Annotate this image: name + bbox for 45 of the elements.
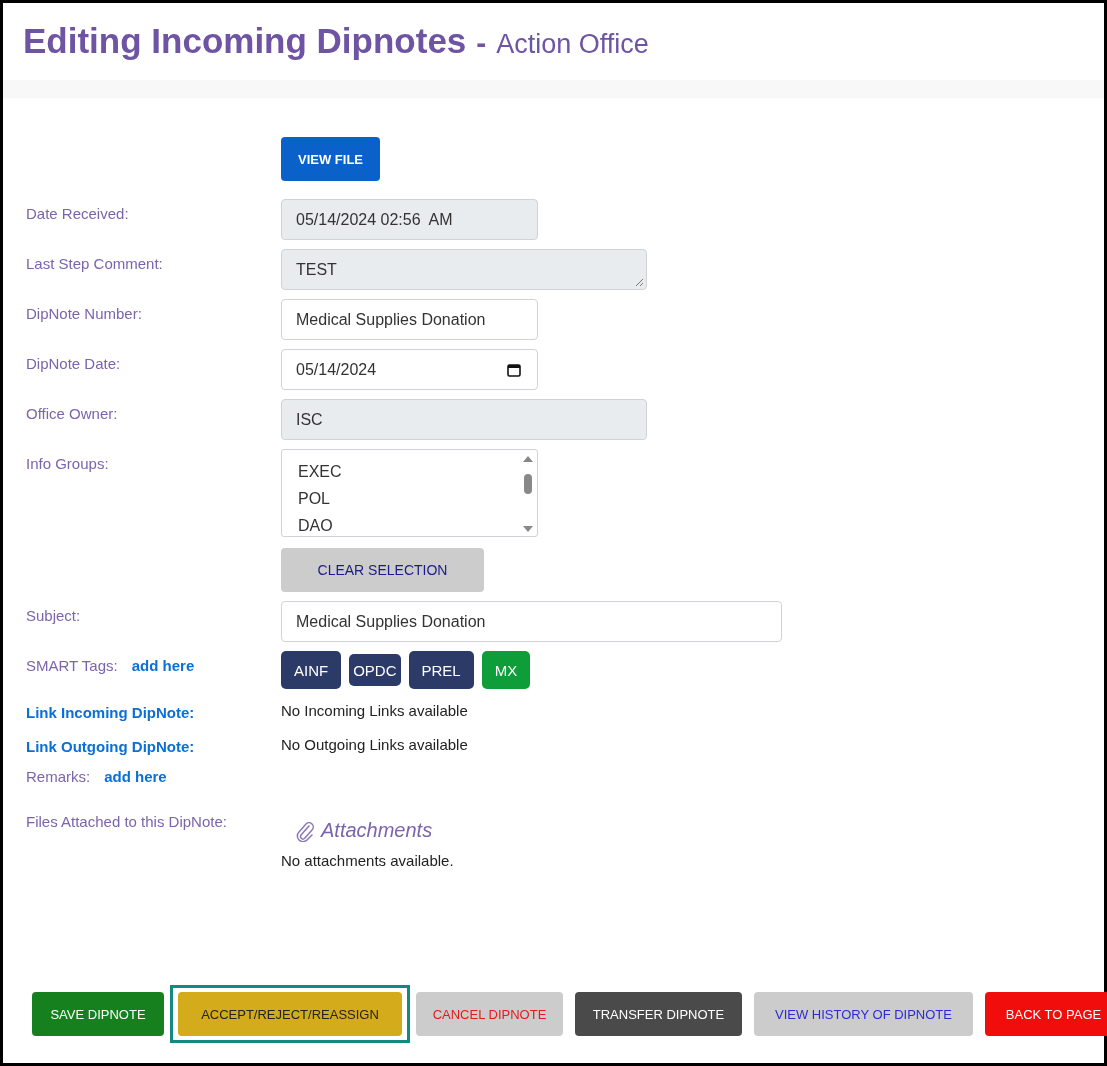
tag-chip[interactable]: MX — [481, 651, 531, 689]
no-attachments-text: No attachments available. — [281, 852, 454, 869]
action-button[interactable]: TRANSFER DIPNOTE — [575, 992, 742, 1036]
action-button[interactable]: VIEW HISTORY OF DIPNOTE — [754, 992, 973, 1036]
action-button[interactable]: BACK TO PAGE — [985, 992, 1107, 1036]
action-button[interactable]: ACCEPT/REJECT/REASSIGN — [178, 992, 402, 1036]
field-label: Date Received: — [26, 205, 129, 222]
field-label: DipNote Date: — [26, 355, 121, 372]
tag-chip[interactable]: PREL — [408, 651, 474, 689]
field-label: Subject: — [26, 607, 81, 624]
tag-chip[interactable]: OPDC — [349, 654, 401, 686]
calendar-icon[interactable] — [507, 363, 521, 377]
resize-grip-icon[interactable] — [635, 278, 644, 287]
field-label: SMART Tags: — [26, 657, 118, 674]
link-dipnote-link[interactable]: Link Incoming DipNote: — [26, 704, 195, 721]
field-label: Last Step Comment: — [26, 255, 163, 272]
action-button[interactable]: SAVE DIPNOTE — [32, 992, 164, 1036]
field-label: DipNote Number: — [26, 305, 142, 322]
text-field[interactable]: Medical Supplies Donation — [281, 299, 538, 340]
page-title: Editing Incoming Dipnotes — [23, 21, 467, 61]
field-label: Office Owner: — [26, 405, 118, 422]
paperclip-icon — [295, 819, 315, 842]
office-owner-field[interactable]: ISC — [281, 399, 647, 440]
page-subtitle: Action Office — [496, 29, 649, 60]
info-groups-listbox[interactable]: EXEC POL DAO — [281, 449, 538, 537]
link-dipnote-link[interactable]: Link Outgoing DipNote: — [26, 738, 195, 755]
add-tag-link[interactable]: add here — [131, 657, 195, 674]
list-option[interactable]: DAO — [298, 512, 342, 539]
links-status-text: No Outgoing Links available — [281, 735, 468, 753]
attachments-heading: Attachments — [321, 819, 433, 842]
subject-field[interactable]: Medical Supplies Donation — [281, 601, 782, 642]
list-option[interactable]: EXEC — [298, 458, 342, 485]
tag-chip[interactable]: AINF — [281, 651, 342, 689]
list-option[interactable]: POL — [298, 485, 342, 512]
date-received-field[interactable]: 05/14/2024 02:56 AM — [281, 199, 538, 240]
date-field[interactable]: 05/14/2024 — [281, 349, 538, 390]
title-separator: - — [476, 26, 487, 60]
clear-selection-button[interactable]: CLEAR SELECTION — [281, 548, 484, 592]
field-label: Remarks: — [26, 768, 91, 785]
field-label: Info Groups: — [26, 455, 109, 472]
add-remark-link[interactable]: add here — [104, 768, 167, 785]
field-label: Files Attached to this DipNote: — [26, 813, 227, 830]
comment-field[interactable]: TEST — [281, 249, 647, 290]
view-file-button[interactable]: VIEW FILE — [281, 137, 380, 181]
links-status-text: No Incoming Links available — [281, 701, 468, 719]
